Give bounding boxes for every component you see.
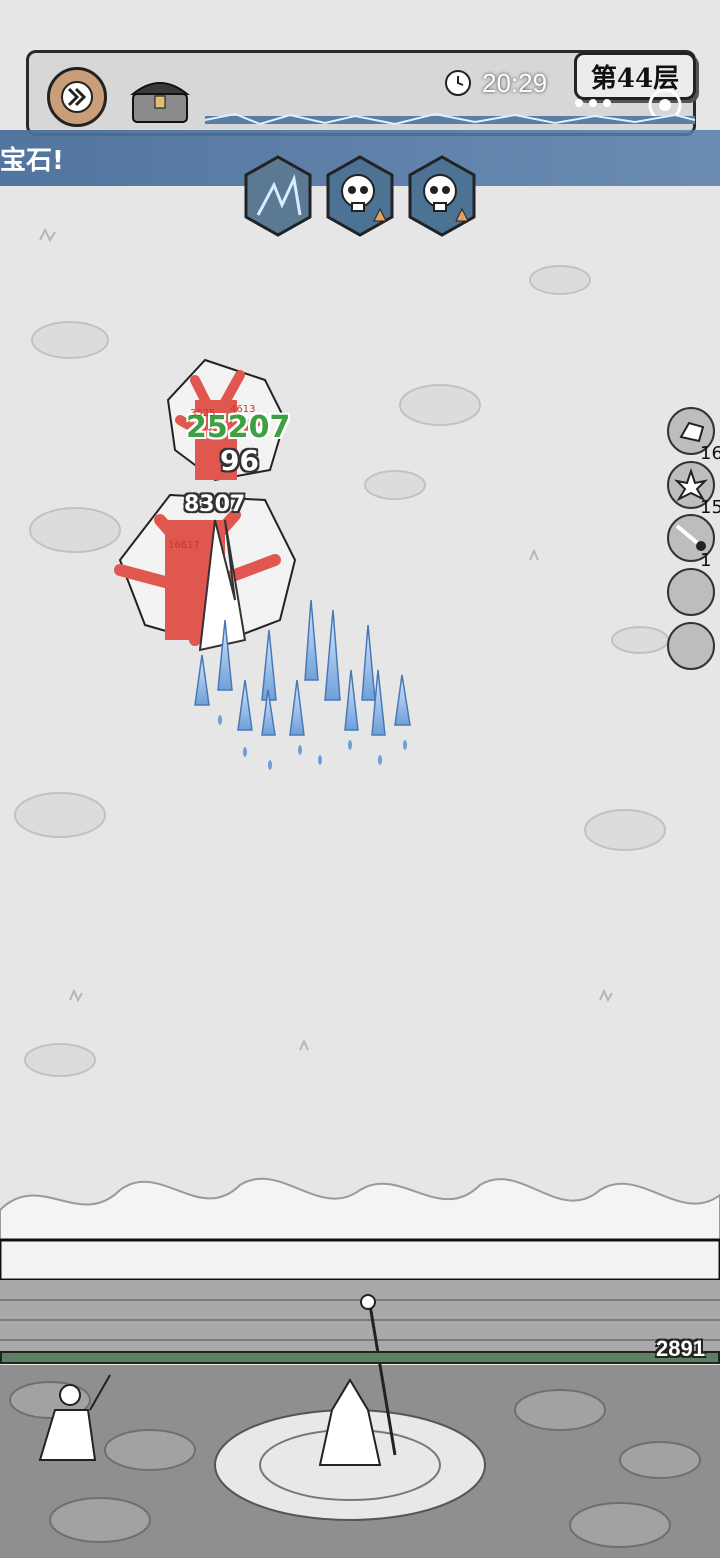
floor-progress-bar bbox=[205, 112, 695, 126]
damage-number: 96 bbox=[220, 444, 259, 477]
ice-shard-skill-icon[interactable] bbox=[244, 155, 312, 237]
timer: 20:29 bbox=[444, 66, 547, 100]
treasure-chest-button[interactable] bbox=[127, 70, 193, 126]
damage-number: 8307 bbox=[184, 492, 246, 517]
damage-number-small: 4613 bbox=[230, 404, 256, 415]
damage-number-small: 16617 bbox=[168, 540, 200, 551]
item-count: 15 bbox=[700, 497, 720, 518]
banner-text: 宝石! bbox=[0, 146, 64, 176]
damage-number-small: 3525 bbox=[190, 408, 216, 419]
fast-forward-icon bbox=[61, 81, 93, 113]
empty-item-slot[interactable] bbox=[667, 622, 715, 670]
fast-forward-button[interactable] bbox=[47, 67, 107, 127]
empty-item-slot[interactable] bbox=[667, 568, 715, 616]
item-count: 16 bbox=[700, 443, 720, 464]
skull-upgrade-icon[interactable] bbox=[326, 155, 394, 237]
timer-text: 20:29 bbox=[482, 67, 548, 98]
clock-icon bbox=[445, 70, 471, 96]
item-count: 1 bbox=[700, 550, 712, 571]
skull-upgrade-icon[interactable] bbox=[408, 155, 476, 237]
wall-hp-value: 2891 bbox=[656, 1336, 705, 1361]
more-menu-icon[interactable] bbox=[573, 96, 613, 110]
wall-hp-bar bbox=[0, 1351, 720, 1364]
treasure-chest-icon bbox=[130, 82, 190, 123]
